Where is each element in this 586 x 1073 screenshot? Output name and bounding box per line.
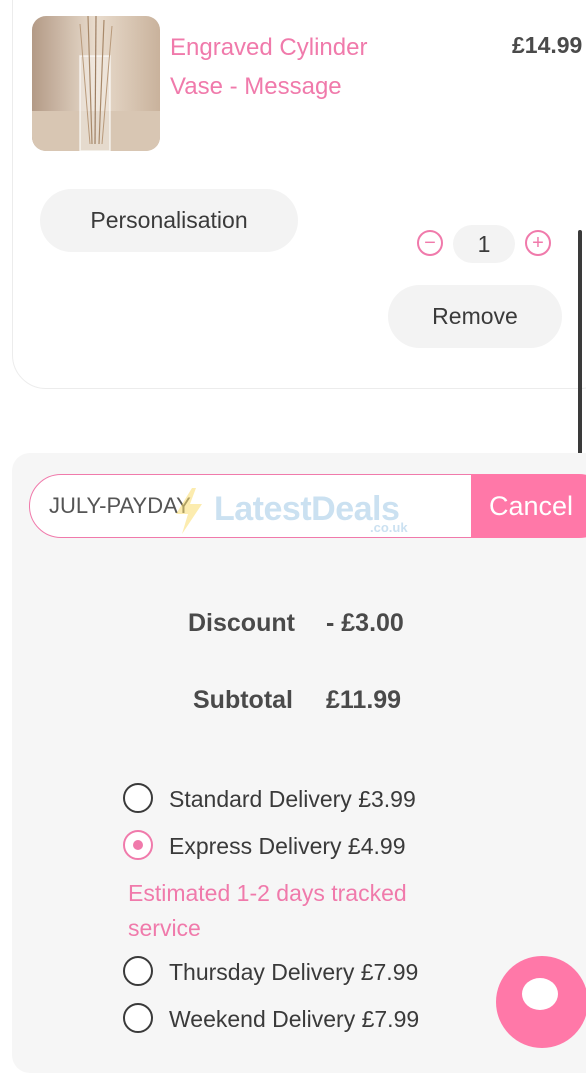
- subtotal-value: £11.99: [326, 686, 402, 714]
- product-thumbnail[interactable]: [32, 16, 160, 151]
- chat-icon: [522, 978, 558, 1010]
- standard-delivery-radio[interactable]: [123, 783, 153, 813]
- decrease-quantity-icon[interactable]: −: [417, 230, 443, 256]
- thursday-delivery-label[interactable]: Thursday Delivery £7.99: [169, 959, 418, 986]
- increase-quantity-icon[interactable]: +: [525, 230, 551, 256]
- voucher-code-input[interactable]: JULY-PAYDAY: [29, 474, 489, 538]
- weekend-delivery-label[interactable]: Weekend Delivery £7.99: [169, 1006, 419, 1033]
- weekend-delivery-radio[interactable]: [123, 1003, 153, 1033]
- discount-value: - £3.00: [326, 609, 404, 637]
- subtotal-label: Subtotal: [193, 686, 293, 714]
- remove-button[interactable]: Remove: [388, 285, 562, 348]
- product-name-link[interactable]: Engraved Cylinder Vase - Message: [170, 28, 370, 106]
- product-price: £14.99: [512, 32, 583, 58]
- personalisation-button[interactable]: Personalisation: [40, 189, 298, 252]
- chat-button[interactable]: [496, 956, 586, 1048]
- express-delivery-radio[interactable]: [123, 830, 153, 860]
- standard-delivery-label[interactable]: Standard Delivery £3.99: [169, 786, 416, 813]
- quantity-value[interactable]: 1: [453, 225, 515, 263]
- vase-image: [32, 16, 160, 151]
- discount-label: Discount: [188, 609, 295, 637]
- cancel-voucher-button[interactable]: Cancel: [471, 474, 586, 538]
- thursday-delivery-radio[interactable]: [123, 956, 153, 986]
- express-delivery-label[interactable]: Express Delivery £4.99: [169, 833, 406, 860]
- express-delivery-note: Estimated 1-2 days tracked service: [128, 880, 407, 941]
